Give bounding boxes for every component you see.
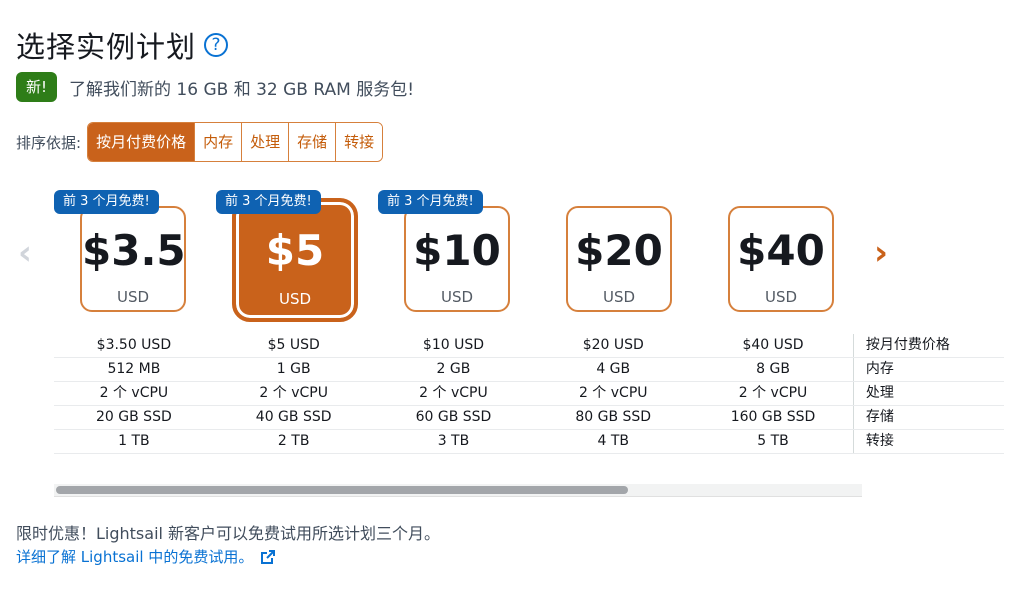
row-label: 转接: [852, 430, 1004, 453]
plan-price: $20: [575, 226, 663, 275]
table-cell: $3.50 USD: [96, 337, 172, 353]
sort-option-storage[interactable]: 存储: [289, 123, 337, 161]
page-title: 选择实例计划: [16, 30, 197, 64]
announcement: 新! 了解我们新的 16 GB 和 32 GB RAM 服务包!: [16, 72, 414, 102]
table-cell: 2 个 vCPU: [419, 385, 488, 401]
table-cell: 4 GB: [596, 361, 631, 377]
table-cell: 2 GB: [436, 361, 471, 377]
free-trial-notice: 限时优惠！Lightsail 新客户可以免费试用所选计划三个月。: [16, 524, 441, 543]
question-circle-icon[interactable]: ?: [204, 33, 229, 57]
table-row: $3.50 USD $5 USD $10 USD $20 USD $40 USD…: [54, 334, 1004, 358]
row-label: 内存: [852, 358, 1004, 381]
table-cell: 512 MB: [107, 361, 161, 377]
new-badge: 新!: [16, 72, 58, 102]
table-cell: 5 TB: [757, 433, 789, 449]
sort-segmented-control: 按月付费价格 内存 处理 存储 转接: [87, 122, 384, 162]
table-cell: 8 GB: [756, 361, 790, 377]
page-header: 选择实例计划 ?: [16, 24, 229, 66]
table-cell: 2 个 vCPU: [99, 385, 169, 401]
horizontal-scrollbar[interactable]: [54, 484, 862, 497]
plan-unit: USD: [764, 288, 798, 306]
row-label: 按月付费价格: [852, 334, 1004, 357]
table-cell: 2 个 vCPU: [578, 385, 648, 401]
free-trial-link-text[interactable]: 详细了解 Lightsail 中的免费试用。: [16, 546, 253, 567]
sort-option-price[interactable]: 按月付费价格: [88, 123, 196, 161]
external-link-icon: [261, 549, 276, 564]
sort-bar: 排序依据: 按月付费价格 内存 处理 存储 转接: [16, 122, 384, 162]
plan-price: $5: [265, 226, 325, 275]
promo-badge: 前 3 个月免费!: [378, 190, 483, 214]
plan-card-20[interactable]: $20 USD: [566, 206, 672, 312]
table-row: 1 TB 2 TB 3 TB 4 TB 5 TB 转接: [54, 430, 1004, 454]
table-cell: 1 GB: [276, 361, 311, 377]
promo-badge: 前 3 个月免费!: [216, 190, 321, 214]
table-cell: 3 TB: [437, 433, 470, 449]
table-cell: 160 GB SSD: [730, 409, 816, 425]
plan-spec-table: $3.50 USD $5 USD $10 USD $20 USD $40 USD…: [54, 334, 1004, 454]
table-row: 512 MB 1 GB 2 GB 4 GB 8 GB 内存: [54, 358, 1004, 382]
plan-card-5[interactable]: $5 USD: [232, 198, 358, 322]
sort-label: 排序依据:: [16, 133, 82, 152]
table-cell: 80 GB SSD: [575, 409, 652, 425]
table-row: 20 GB SSD 40 GB SSD 60 GB SSD 80 GB SSD …: [54, 406, 1004, 430]
table-row: 2 个 vCPU 2 个 vCPU 2 个 vCPU 2 个 vCPU 2 个 …: [54, 382, 1004, 406]
table-cell: 2 个 vCPU: [259, 385, 328, 401]
plan-unit: USD: [278, 290, 312, 308]
sort-option-memory[interactable]: 内存: [195, 123, 243, 161]
chevron-left-icon[interactable]: ‹: [18, 236, 32, 270]
table-cell: 4 TB: [597, 433, 629, 449]
plan-price: $40: [737, 226, 825, 275]
plan-unit: USD: [602, 288, 636, 306]
table-cell: 60 GB SSD: [415, 409, 492, 425]
table-cell: $10 USD: [422, 337, 484, 353]
table-cell: 1 TB: [118, 433, 150, 449]
table-cell: 40 GB SSD: [255, 409, 332, 425]
free-trial-link[interactable]: 详细了解 Lightsail 中的免费试用。: [16, 546, 276, 567]
announcement-text: 了解我们新的 16 GB 和 32 GB RAM 服务包!: [69, 79, 415, 100]
table-cell: 2 个 vCPU: [738, 385, 808, 401]
promo-badge: 前 3 个月免费!: [54, 190, 159, 214]
scrollbar-thumb[interactable]: [56, 486, 628, 494]
plan-unit: USD: [440, 288, 474, 306]
table-cell: $40 USD: [742, 337, 804, 353]
plan-unit: USD: [116, 288, 150, 306]
plan-card-10[interactable]: $10 USD: [404, 206, 510, 312]
table-cell: $5 USD: [267, 337, 320, 353]
row-label: 处理: [852, 382, 1004, 405]
plan-price: $10: [413, 226, 501, 275]
table-cell: 2 TB: [277, 433, 310, 449]
plan-price: $3.5: [82, 226, 186, 275]
plan-card-3-5[interactable]: $3.5 USD: [80, 206, 186, 312]
plan-card-40[interactable]: $40 USD: [728, 206, 834, 312]
chevron-right-icon[interactable]: ›: [874, 236, 888, 270]
row-label: 存储: [852, 406, 1004, 429]
sort-option-processing[interactable]: 处理: [242, 123, 290, 161]
table-cell: 20 GB SSD: [96, 409, 172, 425]
table-cell: $20 USD: [582, 337, 644, 353]
sort-option-transfer[interactable]: 转接: [336, 123, 383, 161]
